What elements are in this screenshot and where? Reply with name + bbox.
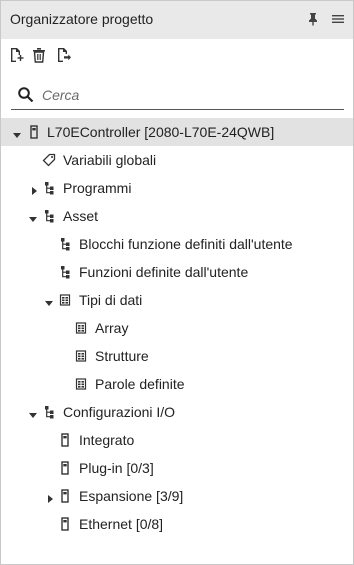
- tree-item-expansion[interactable]: Espansione [3/9]: [1, 482, 353, 510]
- tree-item-label: Espansione [3/9]: [79, 488, 184, 504]
- tree-item-label: L70EController [2080-L70E-24QWB]: [47, 124, 275, 140]
- module-icon: [58, 461, 72, 475]
- tree-item-label: Programmi: [63, 180, 132, 196]
- panel-title: Organizzatore progetto: [10, 11, 154, 27]
- pin-icon[interactable]: [304, 10, 322, 28]
- chevron-right-icon[interactable]: [29, 183, 39, 195]
- module-icon: [58, 517, 72, 531]
- tree-item-data-types[interactable]: Tipi di dati: [1, 286, 353, 314]
- search-input[interactable]: [42, 84, 332, 106]
- chevron-down-icon[interactable]: [28, 407, 38, 418]
- tree-item-label: Integrato: [79, 432, 135, 448]
- hierarchy-icon: [58, 265, 72, 279]
- tree-item-embedded[interactable]: Integrato: [1, 426, 353, 454]
- module-icon: [58, 489, 72, 503]
- tree-item-structures[interactable]: Strutture: [1, 342, 353, 370]
- tree-item-label: Configurazioni I/O: [63, 404, 176, 420]
- tree-item-label: Plug-in [0/3]: [79, 460, 154, 476]
- tree-item-defined-words[interactable]: Parole definite: [1, 370, 353, 398]
- add-document-icon[interactable]: [6, 45, 26, 65]
- module-icon: [58, 433, 72, 447]
- menu-icon[interactable]: [329, 10, 347, 28]
- tree-item-label: Parole definite: [95, 376, 185, 392]
- chevron-down-icon[interactable]: [28, 211, 38, 222]
- tree-item-user-functions[interactable]: Funzioni definite dall'utente: [1, 258, 353, 286]
- tree-item-assets[interactable]: Asset: [1, 202, 353, 230]
- data-type-icon: [74, 349, 88, 363]
- tree-item-label: Blocchi funzione definiti dall'utente: [79, 236, 293, 252]
- tree-item-controller[interactable]: L70EController [2080-L70E-24QWB]: [1, 118, 353, 146]
- tree-item-programs[interactable]: Programmi: [1, 174, 353, 202]
- tree-item-label: Array: [95, 320, 129, 336]
- chevron-right-icon[interactable]: [45, 491, 55, 503]
- hierarchy-icon: [42, 181, 56, 195]
- project-organizer-panel: Organizzatore progetto Cerca L70EControl…: [0, 0, 354, 565]
- data-type-icon: [74, 321, 88, 335]
- tree-item-user-function-blocks[interactable]: Blocchi funzione definiti dall'utente: [1, 230, 353, 258]
- tag-icon: [42, 153, 56, 167]
- hierarchy-icon: [42, 209, 56, 223]
- controller-icon: [27, 125, 41, 139]
- chevron-down-icon[interactable]: [44, 295, 54, 306]
- tree-item-label: Variabili globali: [63, 152, 157, 168]
- hierarchy-icon: [42, 405, 56, 419]
- tree-item-io-configuration[interactable]: Configurazioni I/O: [1, 398, 353, 426]
- delete-icon[interactable]: [29, 45, 49, 65]
- chevron-down-icon[interactable]: [12, 127, 22, 138]
- search-box: [11, 80, 344, 110]
- data-type-icon: [58, 293, 72, 307]
- hierarchy-icon: [58, 237, 72, 251]
- tree-item-label: Ethernet [0/8]: [79, 516, 164, 532]
- tree-item-plugin[interactable]: Plug-in [0/3]: [1, 454, 353, 482]
- tree-item-label: Strutture: [95, 348, 149, 364]
- tree-item-label: Funzioni definite dall'utente: [79, 264, 249, 280]
- tree-item-label: Tipi di dati: [79, 292, 143, 308]
- tree-item-label: Asset: [63, 208, 99, 224]
- data-type-icon: [74, 377, 88, 391]
- tree-item-global-variables[interactable]: Variabili globali: [1, 146, 353, 174]
- export-document-icon[interactable]: [53, 45, 73, 65]
- search-icon: [17, 86, 35, 104]
- panel-header: Organizzatore progetto: [1, 1, 353, 39]
- toolbar: [1, 39, 353, 71]
- tree-item-array[interactable]: Array: [1, 314, 353, 342]
- tree-item-ethernet[interactable]: Ethernet [0/8]: [1, 510, 353, 538]
